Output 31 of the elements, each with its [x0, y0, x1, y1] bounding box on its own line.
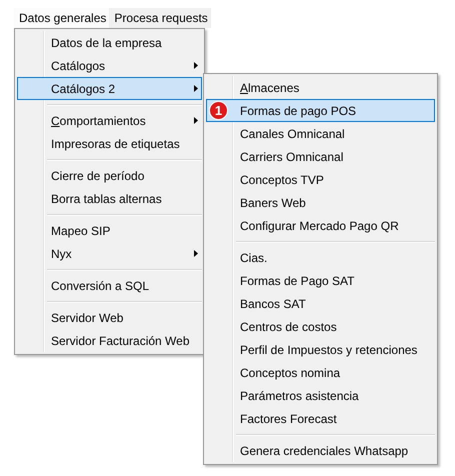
- menu-item[interactable]: Conversión a SQL: [17, 274, 202, 297]
- menu-item[interactable]: Parámetros asistencia: [206, 384, 435, 407]
- menu-item[interactable]: Borra tablas alternas: [17, 187, 202, 210]
- menu-item[interactable]: Catálogos 2: [17, 77, 202, 100]
- menu-item[interactable]: Catálogos: [17, 54, 202, 77]
- menu-item[interactable]: Perfil de Impuestos y retenciones: [206, 338, 435, 361]
- menu-item[interactable]: Bancos SAT: [206, 292, 435, 315]
- menu-item[interactable]: Baners Web: [206, 191, 435, 214]
- menu-item[interactable]: Cias.: [206, 246, 435, 269]
- menu-bar-item[interactable]: Procesa requests: [109, 8, 211, 28]
- menu-item[interactable]: Centros de costos: [206, 315, 435, 338]
- menu-item[interactable]: Nyx: [17, 242, 202, 265]
- menu-item[interactable]: Cierre de período: [17, 164, 202, 187]
- menu-item[interactable]: Mapeo SIP: [17, 219, 202, 242]
- menu-item[interactable]: Servidor Web: [17, 306, 202, 329]
- menu-item[interactable]: Factores Forecast: [206, 407, 435, 430]
- menu-item[interactable]: Conceptos nomina: [206, 361, 435, 384]
- menu-item[interactable]: Configurar Mercado Pago QR: [206, 214, 435, 237]
- step-badge: 1: [209, 101, 228, 120]
- menu-item[interactable]: Comportamientos: [17, 109, 202, 132]
- menu-item[interactable]: Servidor Facturación Web: [17, 329, 202, 352]
- menu-bar-item[interactable]: Datos generales: [14, 8, 110, 28]
- menu-item[interactable]: Genera credenciales Whatsapp: [206, 439, 435, 462]
- menu-item[interactable]: Formas de Pago SAT: [206, 269, 435, 292]
- menu-item[interactable]: Datos de la empresa: [17, 31, 202, 54]
- menu-item[interactable]: Conceptos TVP: [206, 168, 435, 191]
- menu-item[interactable]: Impresoras de etiquetas: [17, 132, 202, 155]
- menu-item[interactable]: Almacenes: [206, 76, 435, 99]
- menu-item[interactable]: Canales Omnicanal: [206, 122, 435, 145]
- menu-item[interactable]: 1 Formas de pago POS: [206, 99, 435, 122]
- menu-item[interactable]: Carriers Omnicanal: [206, 145, 435, 168]
